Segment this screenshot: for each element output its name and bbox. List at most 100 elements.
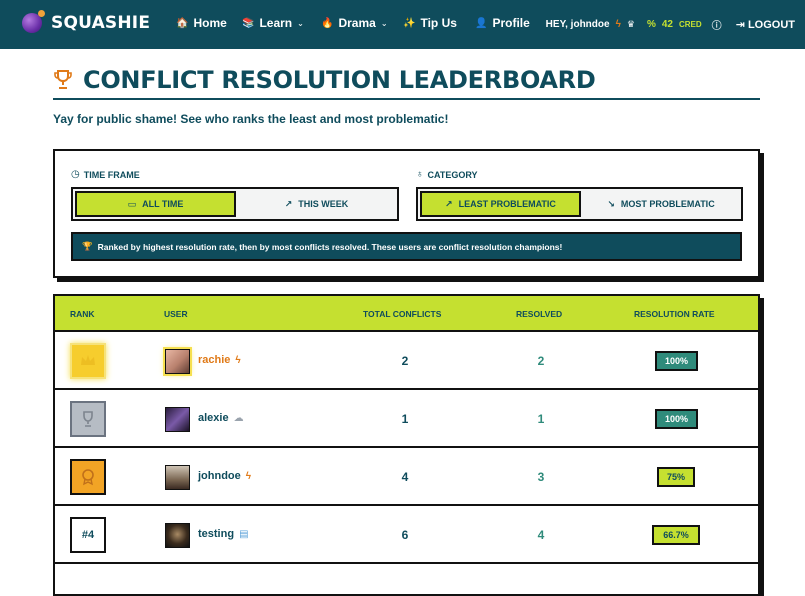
logo-icon bbox=[22, 10, 45, 33]
resolution-rate-badge: 100% bbox=[655, 409, 698, 429]
most-problematic-label: MOST PROBLEMATIC bbox=[620, 199, 715, 209]
award-icon: ♁ bbox=[416, 169, 424, 180]
lightning-icon: ϟ bbox=[235, 354, 241, 366]
trophy-icon bbox=[83, 411, 93, 427]
home-icon: 🏠 bbox=[176, 17, 189, 29]
nav-learn[interactable]: 📚 Learn ⌄ bbox=[242, 16, 304, 30]
header-total-conflicts[interactable]: TOTAL CONFLICTS bbox=[363, 309, 441, 319]
cred-icon: % bbox=[646, 19, 656, 30]
calendar-icon: ▭ bbox=[127, 198, 137, 209]
silver-rank-badge bbox=[70, 401, 106, 437]
this-week-label: THIS WEEK bbox=[298, 199, 349, 209]
total-conflicts: 1 bbox=[401, 412, 409, 426]
avatar[interactable] bbox=[165, 349, 190, 374]
nav-learn-label: Learn bbox=[259, 16, 293, 30]
nav-tip-us[interactable]: ✨ Tip Us bbox=[403, 16, 457, 30]
chevron-down-icon: ⌄ bbox=[380, 18, 388, 28]
user-area: HEY, johndoe ϟ ♛ % 42 CRED ⓘ ⇥ LOGOUT bbox=[546, 17, 795, 32]
username[interactable]: testing ▤ bbox=[198, 528, 249, 540]
category-label-text: CATEGORY bbox=[427, 169, 478, 180]
logout-icon: ⇥ bbox=[735, 19, 745, 31]
category-label: ♁ CATEGORY bbox=[416, 169, 478, 180]
cloud-icon: ☁ bbox=[233, 412, 244, 424]
page-subtitle: Yay for public shame! See who ranks the … bbox=[53, 112, 449, 126]
logout-label: LOGOUT bbox=[747, 19, 795, 31]
all-time-button[interactable]: ▭ ALL TIME bbox=[75, 191, 236, 217]
nav-tip-us-label: Tip Us bbox=[420, 16, 457, 30]
gold-rank-badge bbox=[70, 343, 106, 379]
ranking-info-banner: 🏆 Ranked by highest resolution rate, the… bbox=[71, 232, 742, 261]
time-frame-label-text: TIME FRAME bbox=[83, 169, 140, 180]
total-conflicts: 6 bbox=[401, 528, 409, 542]
header-resolution-rate[interactable]: RESOLUTION RATE bbox=[634, 309, 715, 319]
page-title: CONFLICT RESOLUTION LEADERBOARD bbox=[83, 66, 596, 94]
category-toggle: ↗ LEAST PROBLEMATIC ↘ MOST PROBLEMATIC bbox=[416, 187, 743, 221]
brand-name: SQUASHIE bbox=[51, 13, 151, 33]
nav-profile[interactable]: 👤 Profile bbox=[475, 16, 530, 30]
crown-icon bbox=[81, 355, 95, 365]
header-resolved[interactable]: RESOLVED bbox=[516, 309, 562, 319]
brand-logo[interactable]: SQUASHIE bbox=[22, 10, 151, 33]
medal-icon bbox=[82, 469, 94, 486]
top-navbar: SQUASHIE 🏠 Home 📚 Learn ⌄ 🔥 Drama ⌄ ✨ Ti… bbox=[0, 0, 805, 49]
resolved-count: 2 bbox=[537, 354, 545, 368]
table-row[interactable]: alexie ☁ 1 1 100% bbox=[55, 390, 758, 448]
header-rank[interactable]: RANK bbox=[70, 309, 95, 319]
bronze-rank-badge bbox=[70, 459, 106, 495]
cards-icon: ▤ bbox=[239, 528, 249, 540]
least-problematic-label: LEAST PROBLEMATIC bbox=[458, 199, 556, 209]
trending-up-icon: ↗ bbox=[445, 198, 453, 209]
time-frame-label: ◷ TIME FRAME bbox=[71, 169, 140, 180]
rank-number-badge: #4 bbox=[70, 517, 106, 553]
least-problematic-button[interactable]: ↗ LEAST PROBLEMATIC bbox=[420, 191, 581, 217]
ranking-info-text: Ranked by highest resolution rate, then … bbox=[97, 241, 563, 252]
page-header: CONFLICT RESOLUTION LEADERBOARD bbox=[53, 66, 596, 94]
resolution-rate-badge: 100% bbox=[655, 351, 698, 371]
username-text: alexie bbox=[198, 412, 229, 424]
resolved-count: 1 bbox=[537, 412, 545, 426]
username[interactable]: alexie ☁ bbox=[198, 412, 244, 424]
resolved-count: 4 bbox=[537, 528, 545, 542]
most-problematic-button[interactable]: ↘ MOST PROBLEMATIC bbox=[583, 191, 739, 217]
table-header: RANK USER TOTAL CONFLICTS RESOLVED RESOL… bbox=[55, 296, 758, 332]
resolved-count: 3 bbox=[537, 470, 545, 484]
avatar[interactable] bbox=[165, 407, 190, 432]
resolution-rate-badge: 75% bbox=[657, 467, 695, 487]
username-text: johndoe bbox=[198, 470, 241, 482]
fire-icon: 🔥 bbox=[321, 17, 334, 29]
nav-profile-label: Profile bbox=[492, 16, 530, 30]
logout-button[interactable]: ⇥ LOGOUT bbox=[736, 18, 795, 31]
title-divider bbox=[53, 98, 760, 100]
cred-value: 42 bbox=[661, 19, 673, 30]
table-row[interactable]: johndoe ϟ 4 3 75% bbox=[55, 448, 758, 506]
username[interactable]: johndoe ϟ bbox=[198, 470, 251, 482]
username[interactable]: rachie ϟ bbox=[198, 354, 241, 366]
table-row[interactable] bbox=[55, 564, 758, 594]
username-text: testing bbox=[198, 528, 235, 540]
this-week-button[interactable]: ↗ THIS WEEK bbox=[238, 191, 395, 217]
leaderboard-table: RANK USER TOTAL CONFLICTS RESOLVED RESOL… bbox=[53, 294, 760, 596]
header-user[interactable]: USER bbox=[164, 309, 188, 319]
trophy-icon bbox=[54, 70, 72, 89]
nav-home-label: Home bbox=[193, 16, 227, 30]
sparkle-icon: ✨ bbox=[403, 17, 416, 29]
nav-drama[interactable]: 🔥 Drama ⌄ bbox=[321, 16, 388, 30]
chevron-down-icon: ⌄ bbox=[297, 18, 304, 28]
table-row[interactable]: #4 testing ▤ 6 4 66.7% bbox=[55, 506, 758, 564]
avatar[interactable] bbox=[165, 523, 190, 548]
total-conflicts: 4 bbox=[401, 470, 409, 484]
nav-home[interactable]: 🏠 Home bbox=[176, 16, 227, 30]
nav-drama-label: Drama bbox=[338, 16, 376, 30]
cred-label: CRED bbox=[678, 20, 702, 29]
trending-down-icon: ↘ bbox=[607, 198, 615, 209]
clock-icon: ◷ bbox=[71, 169, 80, 180]
resolution-rate-badge: 66.7% bbox=[652, 525, 700, 545]
avatar[interactable] bbox=[165, 465, 190, 490]
table-row[interactable]: rachie ϟ 2 2 100% bbox=[55, 332, 758, 390]
lightning-icon: ϟ bbox=[615, 19, 621, 30]
info-icon[interactable]: ⓘ bbox=[712, 17, 722, 32]
crown-icon: ♛ bbox=[626, 19, 635, 29]
total-conflicts: 2 bbox=[401, 354, 409, 368]
greeting: HEY, johndoe bbox=[545, 19, 610, 30]
lightning-icon: ϟ bbox=[245, 470, 252, 482]
